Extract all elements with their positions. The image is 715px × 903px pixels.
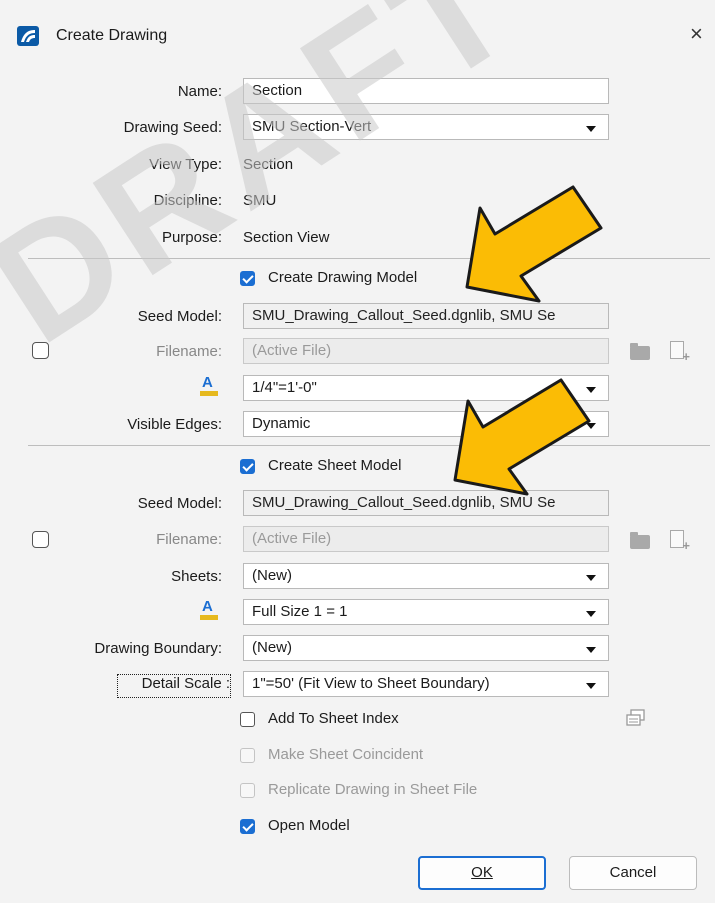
chevron-down-icon [586, 611, 596, 617]
open-model-checkbox[interactable] [240, 819, 255, 834]
drawing-seed-label: Drawing Seed: [123, 119, 222, 136]
detail-scale-value: 1"=50' (Fit View to Sheet Boundary) [252, 675, 490, 692]
sheet-filename-label: Filename: [156, 531, 222, 548]
replicate-drawing-checkbox[interactable] [240, 783, 255, 798]
visible-edges-value: Dynamic [252, 415, 311, 432]
annotation-scale-icon: A [200, 374, 218, 396]
name-label: Name: [177, 83, 222, 100]
new-file-icon[interactable] [670, 530, 690, 553]
name-input[interactable]: Section [243, 78, 609, 104]
drawing-annotation-scale-value: 1/4"=1'-0" [252, 379, 317, 396]
sheet-annotation-scale-value: Full Size 1 = 1 [252, 603, 348, 620]
drawing-boundary-select[interactable]: (New) [243, 635, 609, 661]
app-logo-icon [17, 26, 39, 46]
visible-edges-label: Visible Edges: [127, 416, 222, 433]
sheets-select[interactable]: (New) [243, 563, 609, 589]
view-type-value: Section [243, 156, 294, 173]
chevron-down-icon [586, 126, 596, 132]
drawing-filename-label: Filename: [156, 343, 222, 360]
cancel-button[interactable]: Cancel [569, 856, 697, 890]
detail-scale-select[interactable]: 1"=50' (Fit View to Sheet Boundary) [243, 671, 609, 697]
purpose-label: Purpose: [161, 229, 222, 246]
folder-icon[interactable] [630, 343, 650, 360]
new-file-icon[interactable] [670, 341, 690, 364]
create-sheet-model-label: Create Sheet Model [268, 457, 402, 474]
chevron-down-icon [586, 647, 596, 653]
drawing-filename-field[interactable]: (Active File) [243, 338, 609, 364]
drawing-seed-value: SMU Section-Vert [252, 118, 372, 135]
add-to-sheet-index-checkbox[interactable] [240, 712, 255, 727]
arrow-callout-icon [453, 378, 591, 496]
create-drawing-model-label: Create Drawing Model [268, 269, 418, 286]
window-title: Create Drawing [56, 27, 168, 44]
open-model-label: Open Model [268, 817, 350, 834]
close-icon[interactable]: × [690, 21, 703, 47]
replicate-drawing-label: Replicate Drawing in Sheet File [268, 781, 478, 798]
chevron-down-icon [586, 683, 596, 689]
make-sheet-coincident-label: Make Sheet Coincident [268, 746, 424, 763]
create-sheet-model-checkbox[interactable] [240, 459, 255, 474]
sheet-seed-model-label: Seed Model: [137, 495, 222, 512]
drawing-boundary-value: (New) [252, 639, 292, 656]
drawing-seed-model-label: Seed Model: [137, 308, 222, 325]
drawing-seed-select[interactable]: SMU Section-Vert [243, 114, 609, 140]
sheet-annotation-scale-select[interactable]: Full Size 1 = 1 [243, 599, 609, 625]
sheet-filename-field[interactable]: (Active File) [243, 526, 609, 552]
discipline-value: SMU [243, 192, 277, 209]
discipline-label: Discipline: [153, 192, 222, 209]
arrow-callout-icon [465, 185, 603, 303]
add-to-sheet-index-label: Add To Sheet Index [268, 710, 399, 727]
view-type-label: View Type: [149, 156, 222, 173]
ok-button[interactable]: OK [418, 856, 546, 890]
ok-button-label: OK [471, 864, 493, 881]
drawing-boundary-label: Drawing Boundary: [94, 640, 222, 657]
sheets-label: Sheets: [171, 568, 222, 585]
chevron-down-icon [586, 575, 596, 581]
create-drawing-model-checkbox[interactable] [240, 271, 255, 286]
sheet-index-icon[interactable] [626, 709, 646, 727]
folder-icon[interactable] [630, 532, 650, 549]
detail-scale-label: Detail Scale : [117, 674, 231, 698]
make-sheet-coincident-checkbox[interactable] [240, 748, 255, 763]
sheets-value: (New) [252, 567, 292, 584]
purpose-value: Section View [243, 229, 330, 246]
annotation-scale-icon: A [200, 598, 218, 620]
